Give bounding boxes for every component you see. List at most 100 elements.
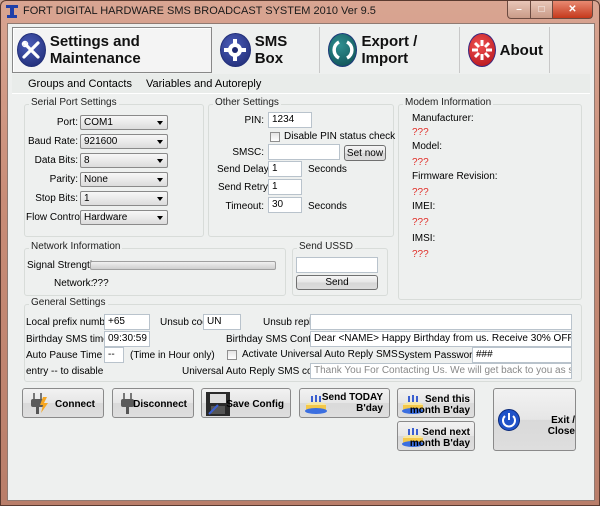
imsi-value: ??? (412, 249, 429, 260)
gear-icon (220, 33, 251, 67)
birthday-content-input[interactable]: Dear <NAME> Happy Birthday from us. Rece… (310, 331, 572, 347)
group-title: General Settings (29, 297, 108, 308)
window-controls: – □ ✕ (507, 1, 593, 19)
local-prefix-input[interactable]: +65 (104, 314, 150, 330)
signal-strength-bar (90, 261, 276, 270)
minimize-icon: – (516, 4, 522, 15)
parity-value: None (84, 174, 108, 185)
auto-pause-input[interactable]: -- (104, 347, 124, 363)
timeout-label: Timeout: (225, 201, 264, 212)
connect-button[interactable]: Connect (22, 388, 104, 418)
timeout-input[interactable]: 30 (268, 197, 302, 213)
tab-variables-and-autoreply[interactable]: Variables and Autoreply (146, 78, 261, 90)
stop-bits-select[interactable]: 1 (80, 191, 168, 206)
system-password-input[interactable]: ### (472, 347, 572, 363)
sub-tabs: Groups and Contacts Variables and Autore… (12, 74, 590, 94)
port-value: COM1 (84, 117, 113, 128)
tab-settings-and-maintenance[interactable]: Settings and Maintenance (12, 27, 212, 73)
data-bits-label: Data Bits: (34, 155, 78, 166)
group-title: Network Information (29, 241, 123, 252)
flow-control-select[interactable]: Hardware (80, 210, 168, 225)
tab-label: Settings and Maintenance (49, 33, 141, 67)
tab-label: About (499, 41, 543, 59)
disable-pin-label: Disable PIN status check (284, 131, 396, 142)
send-ussd-button[interactable]: Send (296, 275, 378, 290)
group-title: Serial Port Settings (29, 97, 119, 108)
firmware-revision-label: Firmware Revision: (412, 171, 498, 182)
tab-groups-and-contacts[interactable]: Groups and Contacts (28, 78, 132, 90)
send-this-month-line1: Send this (424, 394, 470, 405)
chevron-down-icon (157, 121, 163, 125)
activate-auto-reply-checkbox[interactable] (227, 350, 237, 360)
send-today-birthday-button[interactable]: Send TODAY B'day (299, 388, 390, 418)
pin-label: PIN: (244, 115, 264, 126)
signal-strength-label: Signal Strength: (27, 260, 99, 271)
asterisk-icon (468, 33, 496, 67)
chevron-down-icon (157, 178, 163, 182)
baud-rate-label: Baud Rate: (27, 136, 78, 147)
auto-reply-content-input[interactable]: Thank You For Contacting Us. We will get… (310, 363, 572, 379)
parity-label: Parity: (49, 174, 78, 185)
model-label: Model: (412, 141, 443, 152)
chevron-down-icon (157, 140, 163, 144)
imsi-label: IMSI: (412, 233, 436, 244)
parity-select[interactable]: None (80, 172, 168, 187)
app-icon (6, 5, 18, 18)
set-now-button[interactable]: Set now (344, 145, 386, 161)
network-value: ??? (92, 278, 109, 289)
local-prefix-label: Local prefix number (26, 317, 114, 328)
send-next-month-birthday-button[interactable]: Send next month B'day (397, 421, 475, 451)
close-icon: ✕ (568, 4, 577, 15)
send-retry-label: Send Retry: (218, 182, 271, 193)
save-config-button[interactable]: Save Config (201, 388, 291, 418)
send-next-month-line1: Send next (422, 427, 470, 438)
baud-rate-value: 921600 (84, 136, 118, 147)
send-next-month-line2: month B'day (409, 438, 470, 449)
system-password-label: System Password (398, 350, 479, 361)
port-select[interactable]: COM1 (80, 115, 168, 130)
send-this-month-birthday-button[interactable]: Send this month B'day (397, 388, 475, 418)
exit-close-button[interactable]: Exit / Close (493, 388, 576, 451)
baud-rate-select[interactable]: 921600 (80, 134, 168, 149)
pin-input[interactable]: 1234 (268, 112, 312, 128)
tab-label: SMS Box (254, 33, 288, 67)
birthday-time-label: Birthday SMS time (26, 334, 109, 345)
maximize-icon: □ (538, 4, 545, 15)
flow-control-label: Flow Control: (26, 212, 85, 223)
send-delay-input[interactable]: 1 (268, 161, 302, 177)
birthday-time-input[interactable]: 09:30:59 (104, 331, 150, 347)
smsc-input[interactable] (268, 144, 340, 160)
close-button[interactable]: ✕ (553, 1, 593, 19)
tab-sms-box[interactable]: SMS Box (212, 27, 320, 73)
auto-pause-hint: (Time in Hour only) (130, 350, 215, 361)
minimize-button[interactable]: – (507, 1, 531, 19)
disconnect-label: Disconnect (133, 399, 187, 410)
main-tabs: Settings and Maintenance SMS Box Export … (8, 24, 594, 74)
send-today-line2: B'day (356, 403, 383, 414)
send-next-month-label: Send next month B'day (410, 427, 470, 449)
send-delay-label: Send Delay: (217, 164, 272, 175)
data-bits-select[interactable]: 8 (80, 153, 168, 168)
port-label: Port: (56, 117, 78, 128)
tab-about[interactable]: About (460, 27, 550, 73)
unsub-reply-input[interactable] (310, 314, 572, 330)
firmware-revision-value: ??? (412, 187, 429, 198)
title-bar: FORT DIGITAL HARDWARE SMS BROADCAST SYST… (1, 1, 599, 23)
auto-pause-label: Auto Pause Time (26, 350, 103, 361)
send-retry-input[interactable]: 1 (268, 179, 302, 195)
ussd-input[interactable] (296, 257, 378, 273)
sync-icon (328, 33, 358, 67)
send-today-line1: Send TODAY (321, 392, 383, 403)
power-icon (498, 409, 520, 431)
plug-connect-icon (31, 393, 48, 414)
exit-close-label: Exit / Close (547, 415, 575, 437)
stop-bits-label: Stop Bits: (35, 193, 78, 204)
unsub-code-input[interactable]: UN (203, 314, 241, 330)
disable-pin-checkbox[interactable] (270, 132, 280, 142)
disconnect-button[interactable]: Disconnect (112, 388, 194, 418)
unsub-reply-label: Unsub reply (263, 317, 317, 328)
save-config-label: Save Config (226, 399, 284, 410)
network-label: Network: (54, 278, 94, 289)
tab-export-import[interactable]: Export / Import (320, 27, 460, 73)
maximize-button[interactable]: □ (531, 1, 553, 19)
